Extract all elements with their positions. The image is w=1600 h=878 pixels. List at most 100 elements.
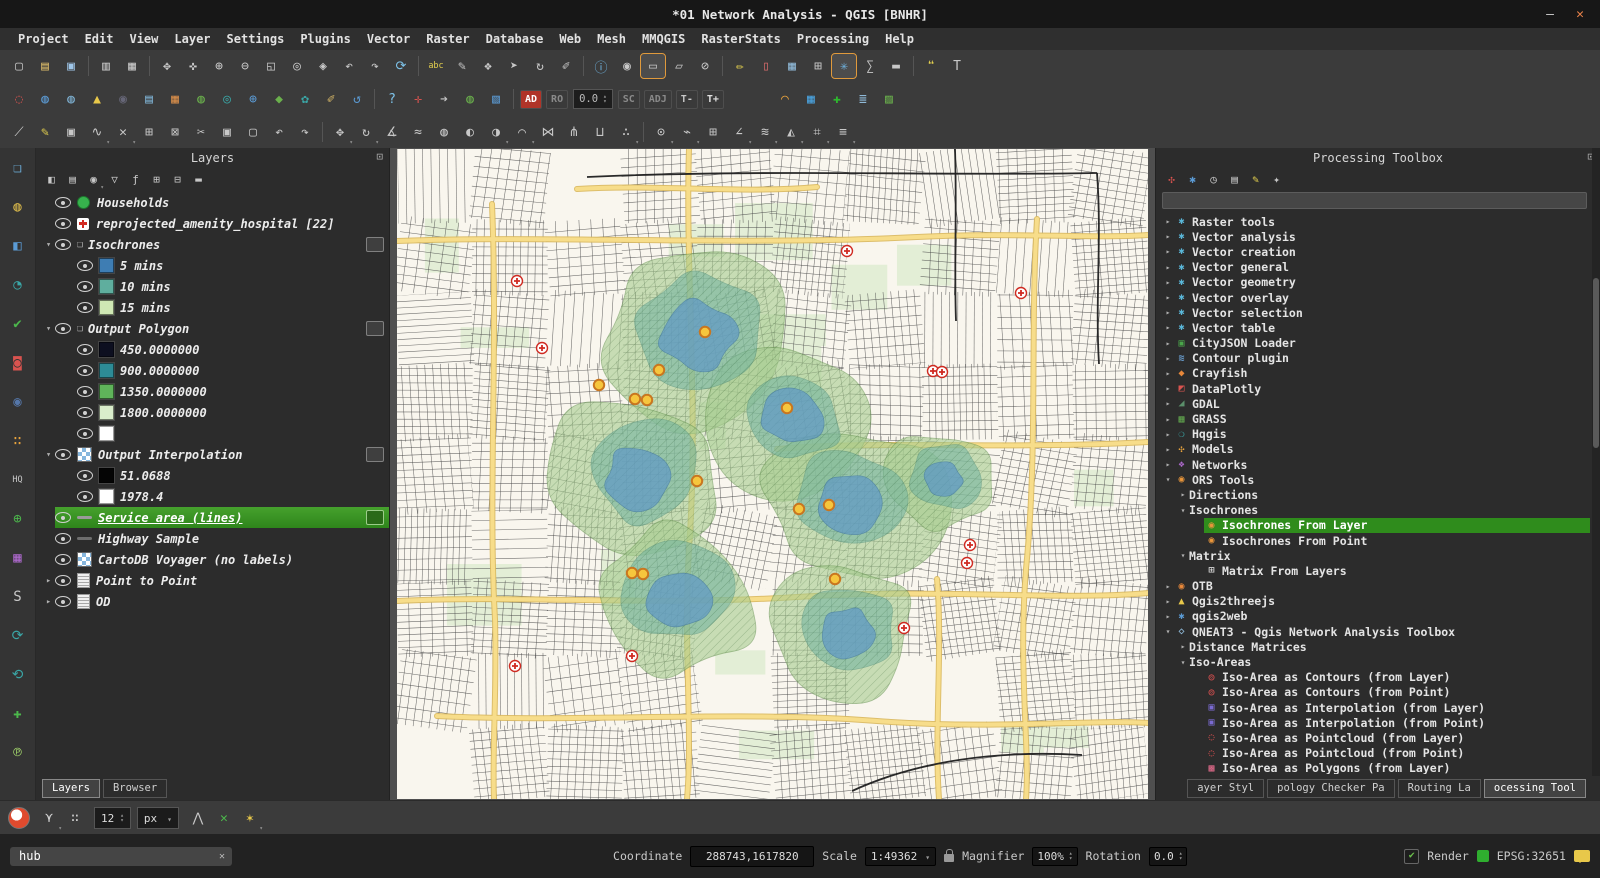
toolbox-item[interactable]: ▸✱Vector creation [1156,244,1590,259]
layer-item[interactable]: 450.0000000 [36,339,389,360]
help-icon[interactable]: ? [380,87,404,111]
dots-tool-icon[interactable]: ∷ [6,429,30,453]
toolbox-item[interactable]: ▾◇QNEAT3 - Qgis Network Analysis Toolbox [1156,624,1590,639]
menu-settings[interactable]: Settings [219,32,293,46]
visibility-eye-icon[interactable] [55,323,71,334]
sc-badge[interactable]: SC [618,90,640,109]
visibility-eye-icon[interactable] [55,218,71,229]
label-highlight-icon[interactable]: ❖ [476,54,500,78]
menu-rasterstats[interactable]: RasterStats [693,32,788,46]
toolbox-item[interactable]: ▾◉ORS Tools [1156,472,1590,487]
add-ring-icon[interactable]: ◍ [432,120,456,144]
menu-layer[interactable]: Layer [166,32,218,46]
toolbox-item[interactable]: ▣Iso-Area as Interpolation (from Layer) [1156,700,1590,715]
layer-item[interactable]: 900.0000000 [36,360,389,381]
toolbox-item[interactable]: ▸◆Crayfish [1156,366,1590,381]
toolbox-item[interactable]: ▸✱Vector selection [1156,305,1590,320]
expand-arrow-icon[interactable]: ▸ [1162,445,1174,454]
scrollbar[interactable] [1592,148,1600,776]
layer-item[interactable]: ▾Output Interpolation [36,444,389,465]
style-jug-icon[interactable]: ◙ [6,351,30,375]
vertex-editor-icon[interactable]: ∴ [614,120,638,144]
visibility-eye-icon[interactable] [77,491,93,502]
expand-arrow-icon[interactable]: ▾ [1177,551,1189,560]
move-feature-icon[interactable]: ✥ [328,120,352,144]
messages-icon[interactable] [1574,850,1590,862]
text-annotation-icon[interactable]: T [945,54,969,78]
toolbox-item[interactable]: ▣Iso-Area as Interpolation (from Point) [1156,715,1590,730]
merge-features-icon[interactable]: ⊔ [588,120,612,144]
expand-arrow-icon[interactable]: ▾ [1162,475,1174,484]
label-v-tool-icon[interactable]: ⋎ [37,806,61,830]
visibility-eye-icon[interactable] [77,386,93,397]
filter-legend-icon[interactable]: ▽ [105,170,124,189]
spinner-arrows-icon[interactable] [120,813,124,823]
expand-arrow-icon[interactable]: ▸ [1162,339,1174,348]
plugin-earth-icon[interactable]: ◎ [215,87,239,111]
label-rotate-icon[interactable]: ↻ [528,54,552,78]
results-viewer-icon[interactable]: ▤ [1225,170,1244,189]
expand-arrow-icon[interactable]: ▸ [1162,399,1174,408]
providers-icon[interactable]: ✱ [1183,170,1202,189]
layer-item[interactable]: ▸Point to Point [36,570,389,591]
opacity-spin[interactable]: 0.0 [573,89,613,109]
save-edits-icon[interactable]: ▣ [59,120,83,144]
toolbox-item[interactable]: ▾Matrix [1156,548,1590,563]
expand-arrow-icon[interactable]: ▸ [1162,384,1174,393]
labeling-abc-icon[interactable]: abc [424,54,448,78]
menu-plugins[interactable]: Plugins [292,32,359,46]
locator-input[interactable] [17,848,215,864]
toolbox-item[interactable]: ▸≋Contour plugin [1156,351,1590,366]
multiedit-icon[interactable]: ⊞ [137,120,161,144]
adj-badge[interactable]: ADJ [644,90,672,109]
open-layer-styling-icon[interactable]: ◧ [42,170,61,189]
label-move-icon[interactable]: ➤ [502,54,526,78]
expand-all-icon[interactable]: ⊞ [147,170,166,189]
plugin-pen-icon[interactable]: ✐ [319,87,343,111]
expand-arrow-icon[interactable]: ▸ [1162,247,1174,256]
menu-help[interactable]: Help [877,32,922,46]
plugin-search-icon[interactable]: ⊕ [241,87,265,111]
add-layer-icon[interactable]: ✚ [6,702,30,726]
layer-item[interactable]: Service area (lines) [36,507,389,528]
expand-arrow-icon[interactable]: ▸ [1162,369,1174,378]
expand-arrow-icon[interactable]: ▸ [42,597,55,607]
locator-search[interactable]: ✕ [10,847,232,866]
plugin-chart-icon[interactable]: ▧ [484,87,508,111]
tab-ocessing-tool[interactable]: ocessing Tool [1484,779,1586,798]
toolbox-item[interactable]: ⊞Matrix From Layers [1156,563,1590,578]
levels-tool-icon[interactable]: ≣ [851,87,875,111]
plugin-globe-grid-icon[interactable]: ◍ [59,87,83,111]
tab-browser[interactable]: Browser [103,779,167,798]
select-features-icon[interactable]: ▭ [641,54,665,78]
menu-project[interactable]: Project [10,32,77,46]
expand-arrow-icon[interactable]: ▸ [1162,308,1174,317]
toolbox-item[interactable]: ▸✱Raster tools [1156,214,1590,229]
expand-arrow-icon[interactable]: ▸ [1162,460,1174,469]
map-canvas[interactable] [397,149,1148,799]
toolbox-item[interactable]: ▸◩DataPlotly [1156,381,1590,396]
label-pin-icon[interactable]: ✎ [450,54,474,78]
measure-icon[interactable]: ▬ [884,54,908,78]
p-circle-icon[interactable]: ℗ [6,741,30,765]
plugin-triangle-icon[interactable]: ▲ [85,87,109,111]
expand-arrow-icon[interactable]: ▸ [1177,642,1189,651]
toggle-editing-icon[interactable]: ✎ [33,120,57,144]
toolbox-item[interactable]: ▸▣CityJSON Loader [1156,336,1590,351]
layer-item[interactable]: Households [36,192,389,213]
visibility-eye-icon[interactable] [55,596,71,607]
expand-arrow-icon[interactable]: ▸ [1162,278,1174,287]
collapse-all-icon[interactable]: ⊟ [168,170,187,189]
t-minus-badge[interactable]: T- [676,90,698,109]
toolbox-item[interactable]: ▸◢GDAL [1156,396,1590,411]
toolbox-item[interactable]: ▸▦GRASS [1156,411,1590,426]
visibility-eye-icon[interactable] [55,512,71,523]
menu-mesh[interactable]: Mesh [589,32,634,46]
toolbox-item[interactable]: ◎Iso-Area as Contours (from Layer) [1156,670,1590,685]
color-grid-icon[interactable]: ▦ [799,87,823,111]
layer-item[interactable]: Highway Sample [36,528,389,549]
delete-selected-icon[interactable]: ⊠ [163,120,187,144]
layer-item[interactable]: ▸OD [36,591,389,612]
expand-arrow-icon[interactable]: ▾ [1162,627,1174,636]
menu-raster[interactable]: Raster [418,32,477,46]
